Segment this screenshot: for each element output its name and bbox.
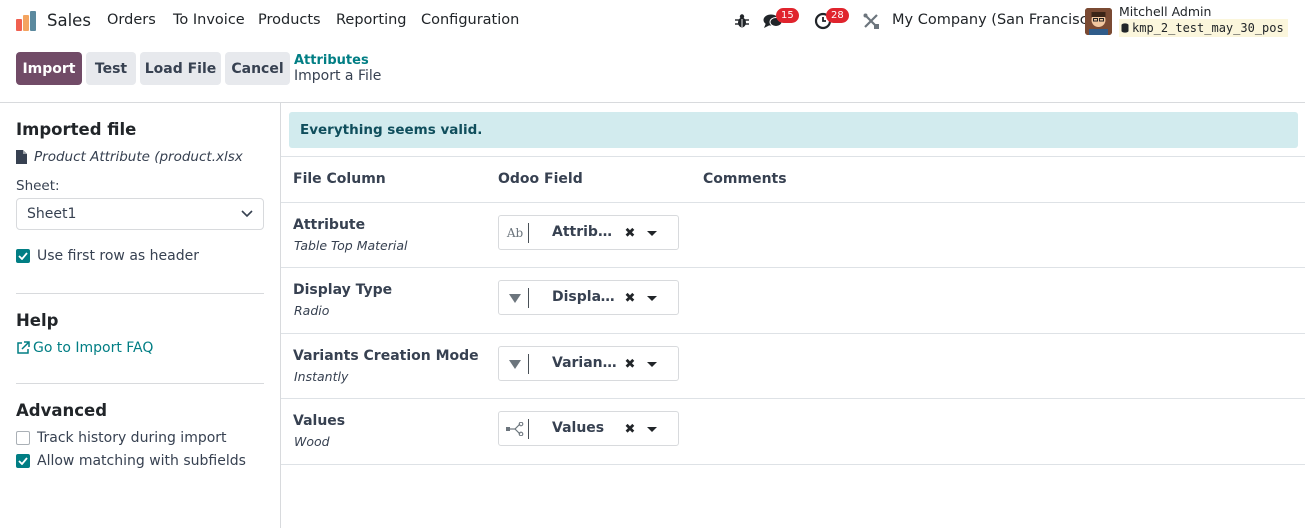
selection-field-icon xyxy=(505,289,525,307)
sidebar-divider xyxy=(16,293,264,294)
odoo-field-value: Values xyxy=(552,420,605,436)
clear-icon[interactable]: ✖ xyxy=(623,356,637,372)
sheet-label: Sheet: xyxy=(16,178,60,194)
file-column-name: Values xyxy=(293,413,346,429)
menu-orders[interactable]: Orders xyxy=(107,12,156,28)
file-icon xyxy=(16,150,27,164)
first-row-header-checkbox[interactable]: Use first row as header xyxy=(16,248,199,264)
bug-icon[interactable] xyxy=(733,12,751,30)
file-column-name: Variants Creation Mode xyxy=(293,348,479,364)
odoo-field-select[interactable]: Values ✖ xyxy=(498,411,679,446)
sheet-select[interactable]: Sheet1 xyxy=(16,198,264,230)
selection-field-icon xyxy=(505,355,525,373)
test-button[interactable]: Test xyxy=(86,52,136,85)
relation-field-icon xyxy=(505,420,525,438)
chevron-down-icon xyxy=(241,210,253,218)
top-navbar: Sales Orders To Invoice Products Reporti… xyxy=(0,0,1305,42)
table-header-border xyxy=(281,202,1305,203)
database-icon xyxy=(1121,23,1129,33)
track-history-checkbox[interactable]: Track history during import xyxy=(16,430,227,446)
import-sidebar: Imported file Product Attribute (product… xyxy=(0,103,281,528)
odoo-field-value: Attribute xyxy=(552,224,618,240)
file-column-sample: Instantly xyxy=(294,369,349,384)
breadcrumb-current: Import a File xyxy=(294,68,382,84)
file-column-name: Attribute xyxy=(293,217,366,233)
table-top-border xyxy=(281,156,1305,157)
table-row-border xyxy=(281,267,1305,268)
tools-icon[interactable] xyxy=(862,12,880,30)
load-file-button[interactable]: Load File xyxy=(140,52,221,85)
table-row-border xyxy=(281,333,1305,334)
table-row-border xyxy=(281,398,1305,399)
messages-badge: 15 xyxy=(776,8,799,23)
clear-icon[interactable]: ✖ xyxy=(623,290,637,306)
breadcrumb-attributes[interactable]: Attributes xyxy=(294,53,369,68)
activities-badge: 28 xyxy=(826,8,849,23)
app-name[interactable]: Sales xyxy=(47,11,91,30)
menu-reporting[interactable]: Reporting xyxy=(336,12,407,28)
odoo-field-value: Display Type xyxy=(552,289,618,305)
odoo-field-select[interactable]: Ab Attribute ✖ xyxy=(498,215,679,250)
caret-down-icon[interactable] xyxy=(647,296,657,301)
sidebar-divider xyxy=(16,383,264,384)
file-column-name: Display Type xyxy=(293,282,393,298)
imported-file: Product Attribute (product.xlsx xyxy=(16,149,243,165)
file-column-sample: Wood xyxy=(294,434,330,449)
user-avatar[interactable] xyxy=(1085,8,1112,35)
import-faq-label[interactable]: Go to Import FAQ xyxy=(33,340,153,356)
file-column-sample: Radio xyxy=(294,303,330,318)
table-row-border xyxy=(281,464,1305,465)
advanced-title: Advanced xyxy=(16,401,107,420)
header-file-column: File Column xyxy=(293,171,386,187)
file-column-sample: Table Top Material xyxy=(294,238,408,253)
clear-icon[interactable]: ✖ xyxy=(623,225,637,241)
header-odoo-field: Odoo Field xyxy=(498,171,583,187)
caret-down-icon[interactable] xyxy=(647,427,657,432)
caret-down-icon[interactable] xyxy=(647,362,657,367)
company-switcher[interactable]: My Company (San Francisco) xyxy=(892,12,1102,28)
allow-matching-checkbox[interactable]: Allow matching with subfields xyxy=(16,453,246,469)
external-link-icon xyxy=(17,341,30,354)
header-comments: Comments xyxy=(703,171,787,187)
import-button[interactable]: Import xyxy=(16,52,82,85)
menu-to-invoice[interactable]: To Invoice xyxy=(173,12,245,28)
checkbox-checked-icon[interactable] xyxy=(16,454,30,468)
sales-app-icon[interactable] xyxy=(15,10,37,32)
sheet-select-value: Sheet1 xyxy=(27,206,77,222)
help-title: Help xyxy=(16,311,59,330)
import-faq-link[interactable]: Go to Import FAQ xyxy=(16,340,153,356)
clear-icon[interactable]: ✖ xyxy=(623,421,637,437)
menu-products[interactable]: Products xyxy=(258,12,321,28)
caret-down-icon[interactable] xyxy=(647,231,657,236)
odoo-field-select[interactable]: Display Type ✖ xyxy=(498,280,679,315)
cancel-button[interactable]: Cancel xyxy=(225,52,290,85)
odoo-field-value: Variants Creation Mode xyxy=(552,355,618,371)
odoo-field-select[interactable]: Variants Creation Mode ✖ xyxy=(498,346,679,381)
imported-file-name: Product Attribute (product.xlsx xyxy=(34,149,243,165)
text-field-icon: Ab xyxy=(506,226,524,240)
allow-matching-label: Allow matching with subfields xyxy=(37,453,246,469)
user-name[interactable]: Mitchell Admin xyxy=(1119,4,1211,19)
database-label: kmp_2_test_may_30_pos xyxy=(1132,21,1284,35)
database-name: kmp_2_test_may_30_pos xyxy=(1119,19,1288,37)
first-row-header-label: Use first row as header xyxy=(37,248,199,264)
checkbox-unchecked-icon[interactable] xyxy=(16,431,30,445)
menu-configuration[interactable]: Configuration xyxy=(421,12,519,28)
track-history-label: Track history during import xyxy=(37,430,227,446)
validation-alert: Everything seems valid. xyxy=(289,112,1298,148)
checkbox-checked-icon[interactable] xyxy=(16,249,30,263)
imported-file-title: Imported file xyxy=(16,120,137,139)
